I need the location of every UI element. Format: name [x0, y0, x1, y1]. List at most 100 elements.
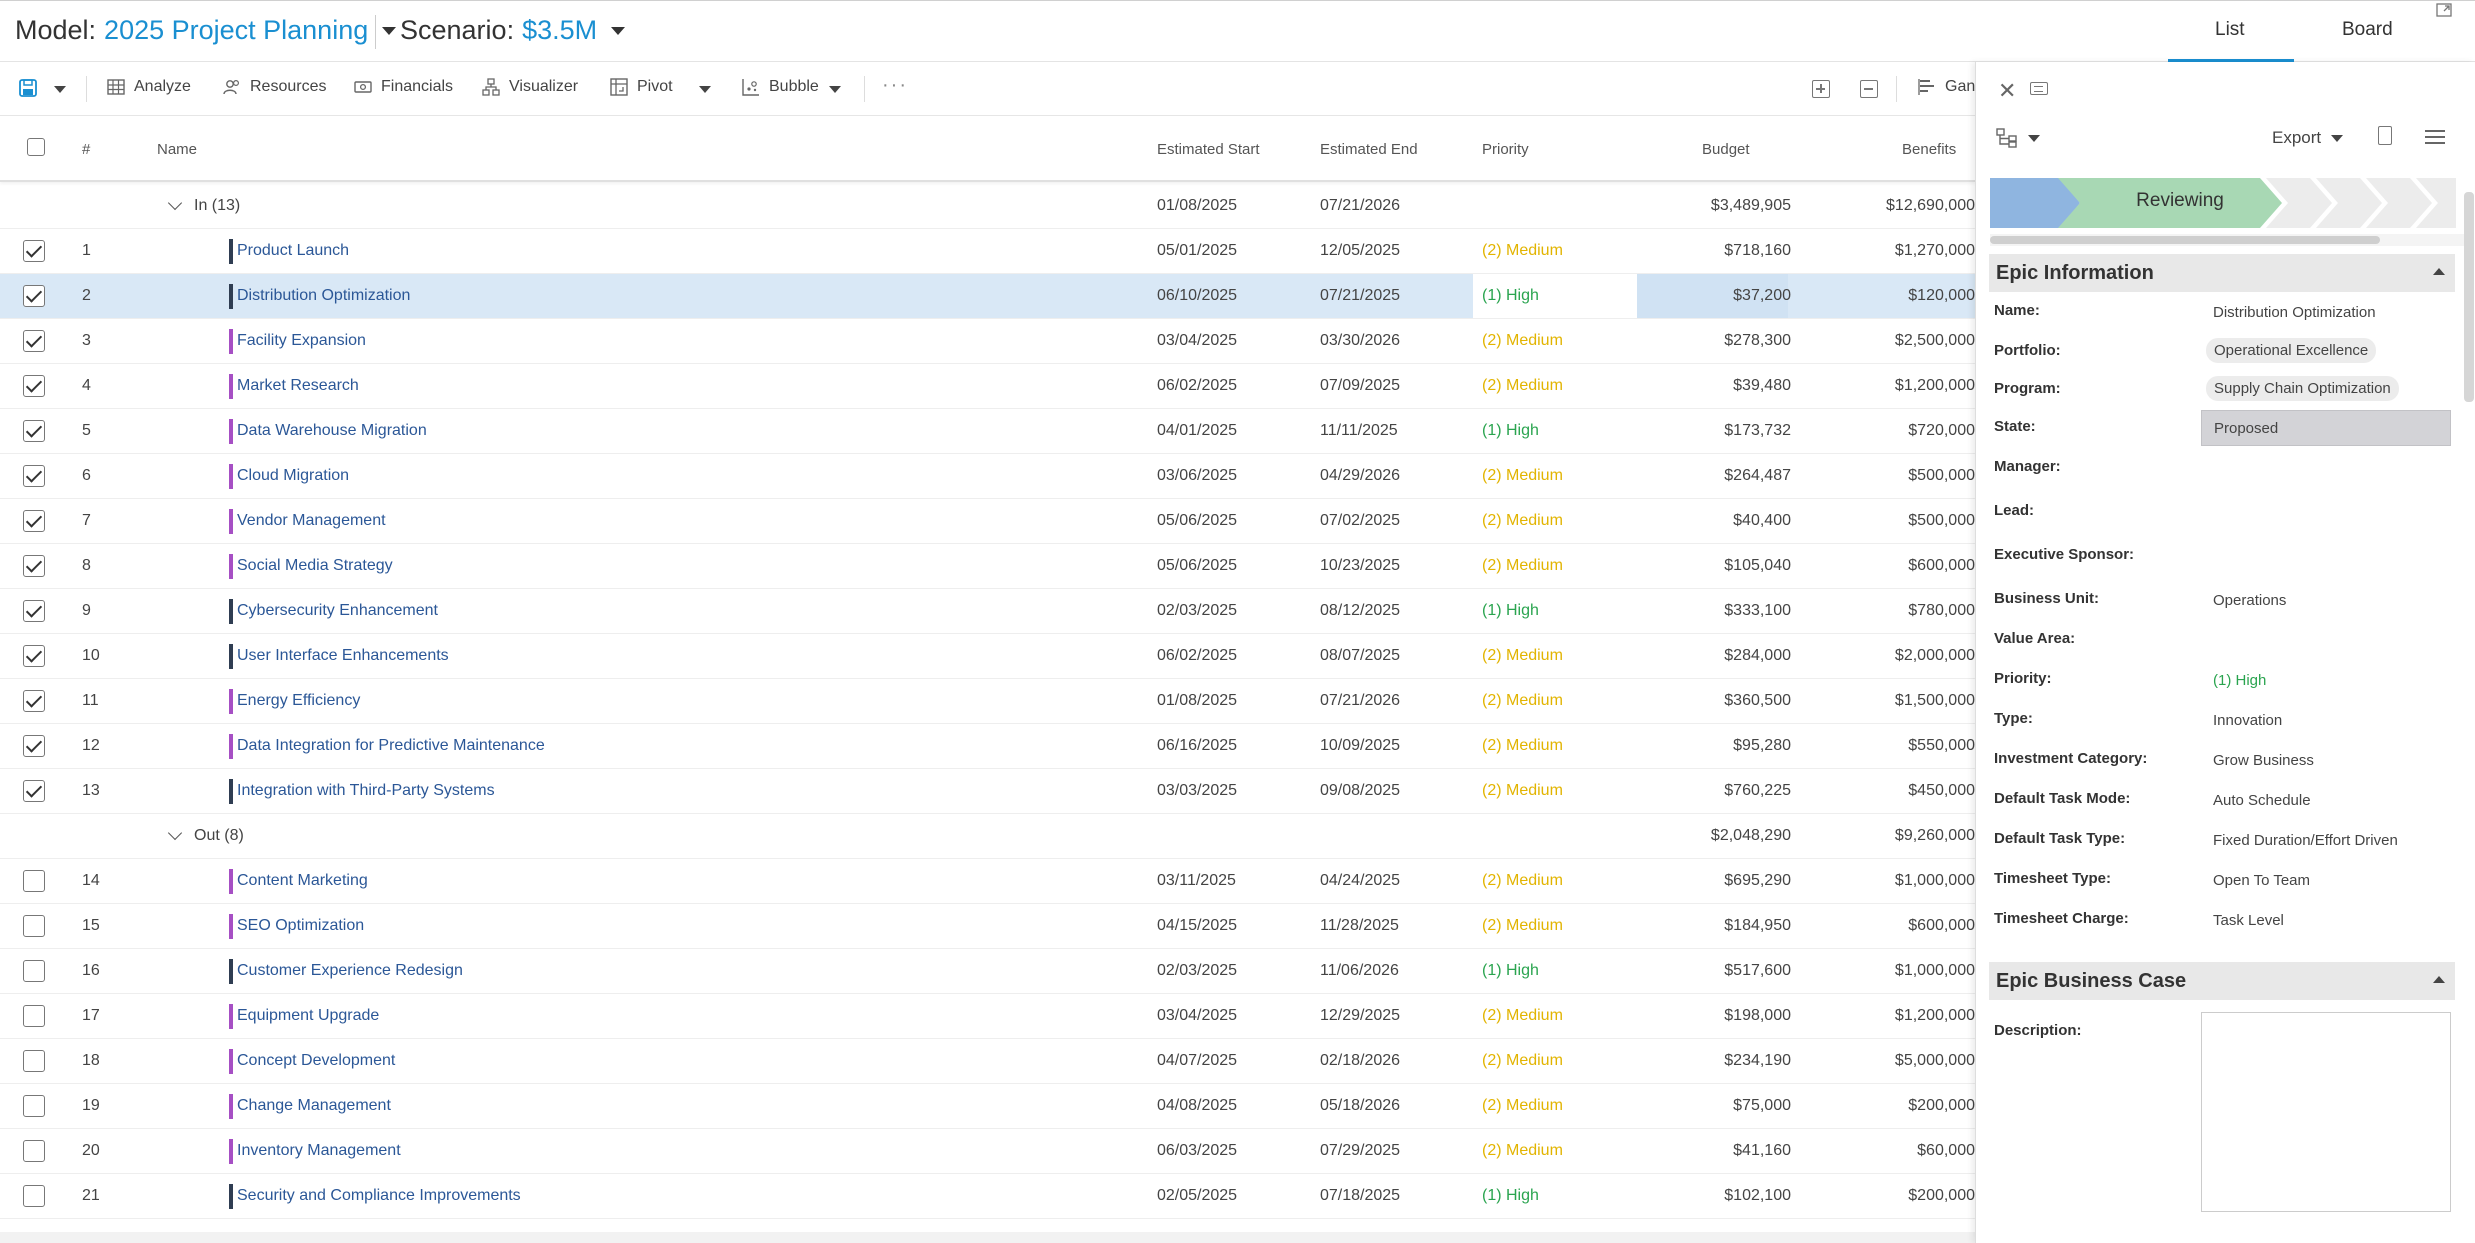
collapse-arrow-icon[interactable]	[2433, 976, 2445, 983]
priority-value[interactable]: (2) Medium	[1482, 557, 1563, 575]
table-row[interactable]: 12 Data Integration for Predictive Mainte…	[0, 724, 1975, 769]
benefits-value[interactable]: $1,500,000	[1825, 692, 1975, 710]
financials-button[interactable]: Financials	[354, 78, 453, 96]
epic-name-link[interactable]: Customer Experience Redesign	[237, 962, 463, 980]
benefits-value[interactable]: $1,270,000	[1825, 242, 1975, 260]
priority-value[interactable]: (2) Medium	[1482, 647, 1563, 665]
budget-value[interactable]: $278,300	[1724, 332, 1791, 350]
benefits-value[interactable]: $450,000	[1825, 782, 1975, 800]
estimated-end[interactable]: 05/18/2026	[1320, 1097, 1400, 1115]
priority-value[interactable]: (1) High	[1482, 287, 1539, 305]
estimated-start[interactable]: 03/04/2025	[1157, 1007, 1237, 1025]
row-checkbox[interactable]	[23, 420, 45, 442]
budget-value[interactable]: $102,100	[1724, 1187, 1791, 1205]
row-checkbox[interactable]	[23, 330, 45, 352]
col-priority[interactable]: Priority	[1482, 141, 1529, 158]
expand-all-icon[interactable]	[1812, 80, 1830, 98]
priority-value[interactable]: (2) Medium	[1482, 782, 1563, 800]
field-value[interactable]: (1) High	[2213, 672, 2266, 689]
epic-name-link[interactable]: Integration with Third-Party Systems	[237, 782, 495, 800]
budget-value[interactable]: $184,950	[1724, 917, 1791, 935]
budget-value[interactable]: $37,200	[1733, 287, 1791, 305]
table-row[interactable]: 13 Integration with Third-Party Systems 03…	[0, 769, 1975, 814]
row-checkbox[interactable]	[23, 915, 45, 937]
estimated-start[interactable]: 02/05/2025	[1157, 1187, 1237, 1205]
table-row[interactable]: 5 Data Warehouse Migration 04/01/2025 11/11…	[0, 409, 1975, 454]
estimated-start[interactable]: 06/03/2025	[1157, 1142, 1237, 1160]
priority-value[interactable]: (2) Medium	[1482, 872, 1563, 890]
export-button[interactable]: Export	[2272, 128, 2344, 148]
scenario-selector[interactable]: Scenario: $3.5M	[400, 15, 626, 46]
estimated-end[interactable]: 07/02/2025	[1320, 512, 1400, 530]
epic-name-link[interactable]: Security and Compliance Improvements	[237, 1187, 521, 1205]
scenario-dropdown-icon[interactable]	[611, 26, 626, 35]
table-row[interactable]: 4 Market Research 06/02/2025 07/09/2025 (2) …	[0, 364, 1975, 409]
budget-value[interactable]: $234,190	[1724, 1052, 1791, 1070]
estimated-end[interactable]: 11/06/2026	[1320, 962, 1399, 980]
estimated-start[interactable]: 05/06/2025	[1157, 557, 1237, 575]
col-name[interactable]: Name	[157, 141, 197, 158]
budget-value[interactable]: $173,732	[1724, 422, 1791, 440]
table-row[interactable]: 19 Change Management 04/08/2025 05/18/2026 (…	[0, 1084, 1975, 1129]
collapse-all-icon[interactable]	[1860, 80, 1878, 98]
row-checkbox[interactable]	[23, 735, 45, 757]
field-tag-value[interactable]: Operational Excellence	[2206, 338, 2377, 363]
row-checkbox[interactable]	[23, 285, 45, 307]
epic-name-link[interactable]: SEO Optimization	[237, 917, 364, 935]
priority-value[interactable]: (1) High	[1482, 602, 1539, 620]
chevron-down-icon[interactable]	[167, 825, 183, 841]
row-checkbox[interactable]	[23, 1140, 45, 1162]
bubble-dropdown[interactable]	[829, 86, 841, 93]
estimated-start[interactable]: 03/03/2025	[1157, 782, 1237, 800]
estimated-start[interactable]: 06/10/2025	[1157, 287, 1237, 305]
budget-value[interactable]: $284,000	[1724, 647, 1791, 665]
table-row[interactable]: 20 Inventory Management 06/03/2025 07/29/20…	[0, 1129, 1975, 1174]
more-options-icon[interactable]: ···	[882, 74, 908, 97]
priority-value[interactable]: (2) Medium	[1482, 1052, 1563, 1070]
estimated-end[interactable]: 09/08/2025	[1320, 782, 1400, 800]
estimated-start[interactable]: 04/15/2025	[1157, 917, 1237, 935]
estimated-end[interactable]: 12/29/2025	[1320, 1007, 1400, 1025]
field-value[interactable]: Task Level	[2213, 912, 2284, 929]
table-row[interactable]: 21 Security and Compliance Improvements 02…	[0, 1174, 1975, 1219]
gantt-button[interactable]: Gan	[1918, 78, 1975, 96]
benefits-value[interactable]: $5,000,000	[1825, 1052, 1975, 1070]
model-selector[interactable]: Model: 2025 Project Planning	[15, 15, 397, 46]
priority-value[interactable]: (2) Medium	[1482, 737, 1563, 755]
estimated-start[interactable]: 06/02/2025	[1157, 377, 1237, 395]
benefits-value[interactable]: $500,000	[1825, 467, 1975, 485]
field-value[interactable]: Operations	[2213, 592, 2286, 609]
row-checkbox[interactable]	[23, 960, 45, 982]
benefits-value[interactable]: $500,000	[1825, 512, 1975, 530]
budget-value[interactable]: $517,600	[1724, 962, 1791, 980]
priority-value[interactable]: (2) Medium	[1482, 692, 1563, 710]
table-row[interactable]: 6 Cloud Migration 03/06/2025 04/29/2026 (2) …	[0, 454, 1975, 499]
analyze-button[interactable]: Analyze	[107, 78, 191, 96]
epic-name-link[interactable]: Energy Efficiency	[237, 692, 360, 710]
budget-value[interactable]: $760,225	[1724, 782, 1791, 800]
tab-list[interactable]: List	[2215, 19, 2245, 41]
estimated-end[interactable]: 08/07/2025	[1320, 647, 1400, 665]
visualizer-button[interactable]: Visualizer	[482, 78, 578, 96]
benefits-value[interactable]: $200,000	[1825, 1097, 1975, 1115]
priority-value[interactable]: (2) Medium	[1482, 1007, 1563, 1025]
document-icon[interactable]	[2378, 126, 2392, 145]
field-value[interactable]: Distribution Optimization	[2213, 304, 2376, 321]
estimated-end[interactable]: 07/21/2026	[1320, 692, 1400, 710]
save-options-dropdown[interactable]	[54, 86, 66, 93]
epic-name-link[interactable]: Cybersecurity Enhancement	[237, 602, 438, 620]
description-textarea[interactable]	[2201, 1012, 2451, 1212]
budget-value[interactable]: $39,480	[1733, 377, 1791, 395]
col-estimated-end[interactable]: Estimated End	[1320, 141, 1418, 158]
estimated-end[interactable]: 07/18/2025	[1320, 1187, 1400, 1205]
budget-value[interactable]: $333,100	[1724, 602, 1791, 620]
resources-button[interactable]: Resources	[223, 78, 326, 96]
benefits-value[interactable]: $2,500,000	[1825, 332, 1975, 350]
benefits-value[interactable]: $2,000,000	[1825, 647, 1975, 665]
budget-value[interactable]: $75,000	[1733, 1097, 1791, 1115]
estimated-start[interactable]: 06/16/2025	[1157, 737, 1237, 755]
epic-name-link[interactable]: Content Marketing	[237, 872, 368, 890]
benefits-value[interactable]: $600,000	[1825, 557, 1975, 575]
priority-value[interactable]: (1) High	[1482, 962, 1539, 980]
model-value[interactable]: 2025 Project Planning	[104, 15, 368, 46]
